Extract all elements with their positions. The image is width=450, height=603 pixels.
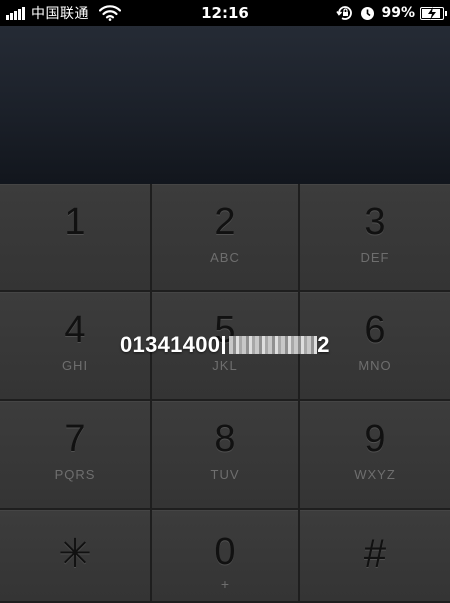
- charging-icon: [428, 6, 436, 20]
- key-plus: +: [220, 576, 230, 592]
- digit-one-mark: [222, 336, 226, 354]
- dial-keypad: 1 2 ABC 3 DEF 4 GHI 5 JKL 6 MNO 7 PQRS 8…: [0, 184, 450, 603]
- dialed-number-suffix: 2: [317, 332, 330, 357]
- status-right: 99%: [336, 4, 447, 22]
- key-digit: 7: [64, 418, 86, 460]
- key-hash[interactable]: #: [300, 510, 450, 603]
- key-letters: ABC: [210, 250, 240, 265]
- key-1[interactable]: 1: [0, 184, 152, 292]
- key-star[interactable]: ✳: [0, 510, 152, 603]
- key-3[interactable]: 3 DEF: [300, 184, 450, 292]
- phone-screen: 中国联通 12:16 99% 1 2 ABC 3 DEF 4 GHI 5 JKL…: [0, 0, 450, 603]
- battery-icon: [420, 6, 447, 20]
- key-digit: 2: [214, 201, 236, 243]
- dialed-number-prefix: 01341400: [120, 332, 221, 357]
- number-display-area: [0, 26, 450, 184]
- key-letters: GHI: [61, 358, 89, 373]
- key-0[interactable]: 0 +: [152, 510, 300, 603]
- redacted-digits: [229, 336, 318, 354]
- key-digit: 1: [64, 201, 86, 243]
- status-bar: 中国联通 12:16 99%: [0, 0, 450, 26]
- key-letters: DEF: [360, 250, 390, 265]
- key-letters: JKL: [212, 358, 238, 373]
- dialed-number: 01341400 2: [120, 330, 330, 360]
- key-letters: MNO: [358, 358, 392, 373]
- rotation-lock-icon: [336, 6, 353, 20]
- key-2[interactable]: 2 ABC: [152, 184, 300, 292]
- key-digit: 9: [364, 418, 386, 460]
- alarm-icon: [361, 6, 375, 20]
- asterisk-icon: ✳: [58, 532, 92, 576]
- key-letters: PQRS: [54, 467, 96, 482]
- battery-percentage: 99%: [381, 5, 415, 21]
- key-7[interactable]: 7 PQRS: [0, 401, 152, 510]
- key-digit: 3: [364, 201, 386, 243]
- key-8[interactable]: 8 TUV: [152, 401, 300, 510]
- key-letters: TUV: [210, 467, 240, 482]
- key-9[interactable]: 9 WXYZ: [300, 401, 450, 510]
- key-digit: 8: [214, 418, 236, 460]
- key-letters: WXYZ: [354, 467, 396, 482]
- hash-icon: #: [363, 532, 387, 576]
- key-digit: 0: [214, 531, 236, 573]
